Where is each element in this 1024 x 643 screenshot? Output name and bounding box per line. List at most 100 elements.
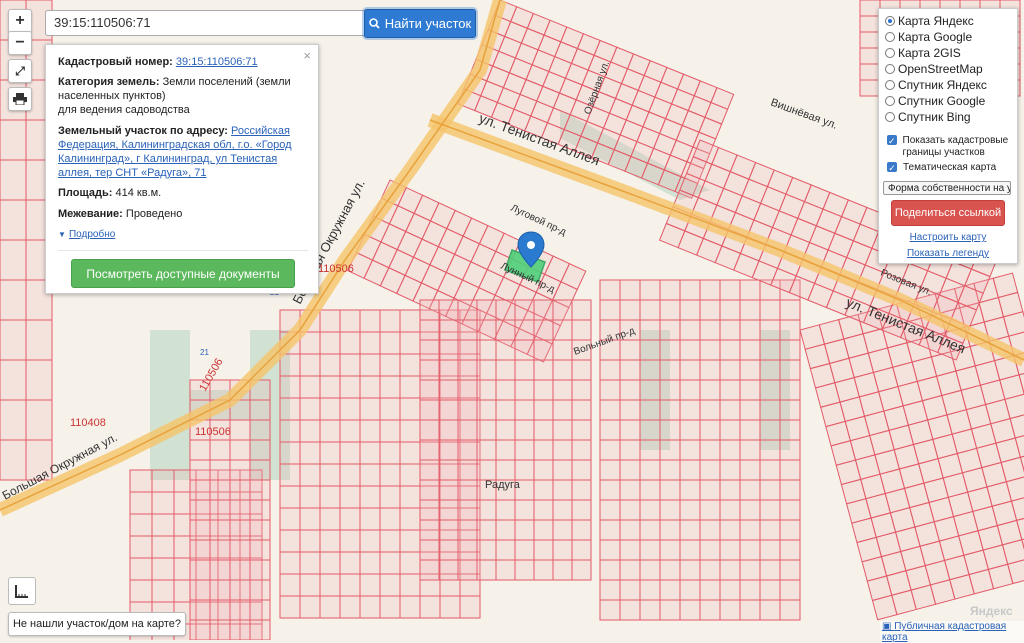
view-documents-button[interactable]: Посмотреть доступные документы bbox=[71, 259, 295, 288]
zoom-in-button[interactable]: + bbox=[8, 9, 32, 33]
parcel[interactable] bbox=[279, 507, 301, 531]
parcel[interactable] bbox=[779, 319, 801, 341]
parcel[interactable] bbox=[209, 519, 231, 541]
parcel[interactable] bbox=[639, 399, 661, 421]
parcel[interactable] bbox=[719, 379, 741, 401]
parcel[interactable] bbox=[719, 499, 741, 521]
parcel[interactable] bbox=[639, 419, 661, 441]
parcel[interactable] bbox=[514, 319, 535, 341]
parcel[interactable] bbox=[552, 339, 573, 361]
parcel[interactable] bbox=[129, 557, 153, 581]
parcel[interactable] bbox=[438, 319, 459, 341]
parcel[interactable] bbox=[495, 359, 516, 381]
parcel[interactable] bbox=[739, 339, 761, 361]
parcel[interactable] bbox=[299, 595, 321, 619]
parcel[interactable] bbox=[599, 519, 621, 541]
parcel[interactable] bbox=[495, 379, 516, 401]
parcel[interactable] bbox=[209, 599, 231, 621]
parcel[interactable] bbox=[619, 459, 641, 481]
parcel[interactable] bbox=[699, 559, 721, 581]
parcel[interactable] bbox=[599, 299, 621, 321]
parcel[interactable] bbox=[419, 379, 440, 401]
layer-option[interactable]: Карта 2GIS bbox=[885, 45, 961, 61]
parcel[interactable] bbox=[639, 319, 661, 341]
parcel[interactable] bbox=[619, 419, 641, 441]
parcel[interactable] bbox=[399, 485, 421, 509]
parcel[interactable] bbox=[476, 379, 497, 401]
parcel[interactable] bbox=[189, 539, 211, 561]
parcel[interactable] bbox=[359, 331, 381, 355]
parcel[interactable] bbox=[359, 573, 381, 597]
parcel[interactable] bbox=[719, 579, 741, 601]
parcel[interactable] bbox=[299, 397, 321, 421]
parcel[interactable] bbox=[599, 359, 621, 381]
parcel[interactable] bbox=[619, 539, 641, 561]
parcel[interactable] bbox=[151, 579, 175, 603]
parcel[interactable] bbox=[379, 353, 401, 377]
thematic-checkbox[interactable]: ✓ Тематическая карта bbox=[887, 162, 996, 174]
parcel[interactable] bbox=[571, 379, 592, 401]
parcel[interactable] bbox=[438, 339, 459, 361]
parcel[interactable] bbox=[859, 0, 881, 17]
parcel[interactable] bbox=[639, 299, 661, 321]
parcel[interactable] bbox=[279, 397, 301, 421]
parcel[interactable] bbox=[419, 419, 440, 441]
parcel[interactable] bbox=[659, 379, 681, 401]
parcel[interactable] bbox=[552, 399, 573, 421]
parcel[interactable] bbox=[249, 519, 271, 541]
fullscreen-button[interactable]: ⤢ bbox=[8, 59, 32, 83]
parcel[interactable] bbox=[457, 419, 478, 441]
parcel[interactable] bbox=[679, 599, 701, 621]
parcel[interactable] bbox=[457, 539, 478, 561]
parcel[interactable] bbox=[209, 559, 231, 581]
parcel[interactable] bbox=[457, 359, 478, 381]
parcel[interactable] bbox=[639, 599, 661, 621]
parcel[interactable] bbox=[209, 619, 231, 640]
parcel[interactable] bbox=[279, 529, 301, 553]
parcel[interactable] bbox=[599, 539, 621, 561]
parcel[interactable] bbox=[359, 419, 381, 443]
parcel[interactable] bbox=[0, 439, 27, 481]
parcel[interactable] bbox=[514, 379, 535, 401]
parcel[interactable] bbox=[659, 419, 681, 441]
parcel[interactable] bbox=[719, 439, 741, 461]
parcel[interactable] bbox=[379, 485, 401, 509]
parcel[interactable] bbox=[299, 375, 321, 399]
parcel[interactable] bbox=[476, 499, 497, 521]
parcel[interactable] bbox=[739, 379, 761, 401]
parcel[interactable] bbox=[495, 519, 516, 541]
ownership-select[interactable]: Форма собственности на у bbox=[883, 181, 1011, 195]
parcel[interactable] bbox=[571, 399, 592, 421]
parcel[interactable] bbox=[229, 459, 251, 481]
parcel[interactable] bbox=[457, 379, 478, 401]
parcel[interactable] bbox=[779, 559, 801, 581]
search-input[interactable]: 39:15:110506:71 bbox=[45, 10, 373, 36]
parcel[interactable] bbox=[552, 519, 573, 541]
parcel[interactable] bbox=[457, 519, 478, 541]
parcel[interactable] bbox=[679, 359, 701, 381]
parcel[interactable] bbox=[476, 319, 497, 341]
parcel[interactable] bbox=[699, 499, 721, 521]
parcel[interactable] bbox=[495, 459, 516, 481]
parcel[interactable] bbox=[571, 459, 592, 481]
parcel[interactable] bbox=[659, 299, 681, 321]
parcel[interactable] bbox=[719, 559, 741, 581]
parcel[interactable] bbox=[552, 419, 573, 441]
parcel[interactable] bbox=[759, 359, 781, 381]
parcel[interactable] bbox=[359, 441, 381, 465]
parcel[interactable] bbox=[659, 399, 681, 421]
parcel[interactable] bbox=[25, 359, 53, 401]
parcel[interactable] bbox=[599, 559, 621, 581]
parcel[interactable] bbox=[438, 439, 459, 461]
parcel[interactable] bbox=[619, 499, 641, 521]
parcel[interactable] bbox=[379, 309, 401, 333]
parcel[interactable] bbox=[571, 299, 592, 321]
parcel[interactable] bbox=[571, 559, 592, 581]
parcel[interactable] bbox=[359, 309, 381, 333]
parcel[interactable] bbox=[533, 359, 554, 381]
parcel[interactable] bbox=[299, 551, 321, 575]
parcel[interactable] bbox=[679, 499, 701, 521]
parcel[interactable] bbox=[514, 499, 535, 521]
parcel[interactable] bbox=[719, 539, 741, 561]
parcel[interactable] bbox=[699, 519, 721, 541]
